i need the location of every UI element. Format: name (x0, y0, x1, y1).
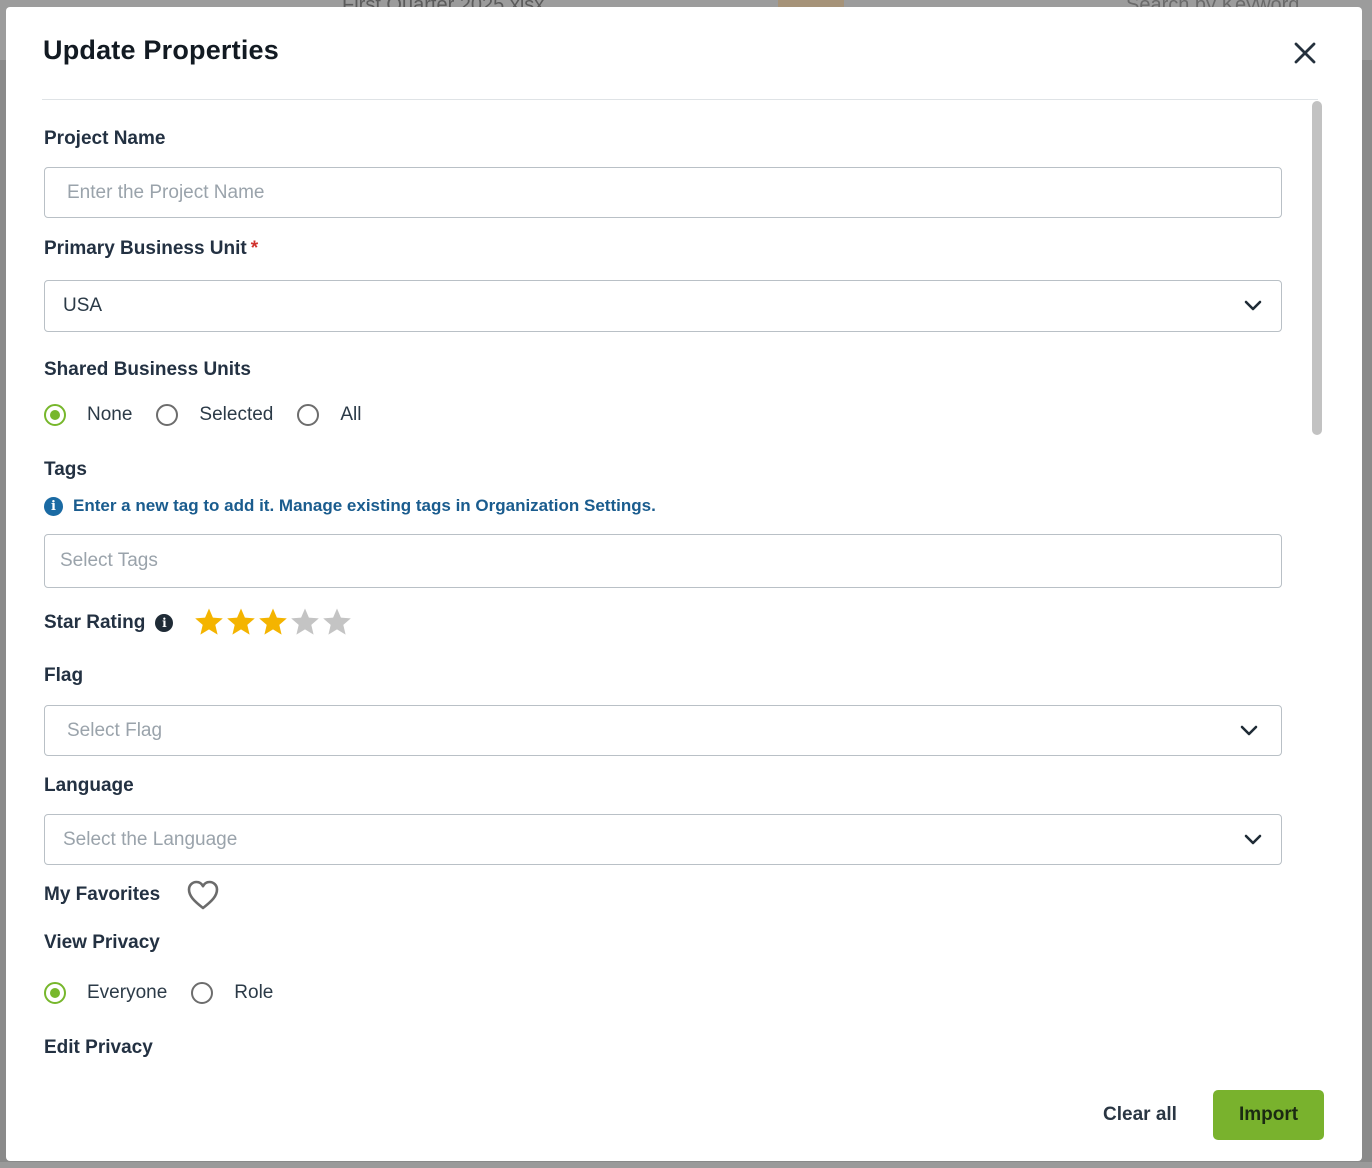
flag-label: Flag (44, 665, 84, 686)
primary-business-unit-label-text: Primary Business Unit (44, 238, 247, 259)
radio-everyone[interactable]: Everyone (44, 982, 167, 1004)
primary-business-unit-label: Primary Business Unit * (44, 238, 258, 260)
radio-circle (297, 404, 320, 426)
language-label: Language (44, 775, 134, 796)
star-empty-icon[interactable] (322, 607, 354, 637)
language-placeholder: Select the Language (63, 828, 238, 850)
update-properties-dialog: Update Properties Project Name Primary B… (6, 7, 1362, 1161)
project-name-input[interactable] (44, 167, 1282, 218)
primary-business-unit-value: USA (63, 295, 103, 316)
edit-privacy-label: Edit Privacy (44, 1037, 153, 1058)
heart-icon (187, 880, 219, 910)
tags-info-message: i Enter a new tag to add it. Manage exis… (44, 496, 656, 516)
radio-all[interactable]: All (297, 404, 362, 426)
radio-role[interactable]: Role (191, 982, 273, 1004)
header-divider (42, 99, 1318, 100)
tags-input[interactable] (44, 534, 1282, 588)
radio-circle-selected (44, 404, 66, 426)
radio-label: All (340, 404, 362, 425)
view-privacy-radio-group: Everyone Role (44, 982, 297, 1004)
tags-label: Tags (44, 459, 87, 480)
tags-info-text: Enter a new tag to add it. Manage existi… (73, 496, 656, 515)
radio-label: Role (234, 982, 274, 1003)
chevron-down-icon (1243, 830, 1263, 850)
star-empty-icon[interactable] (290, 607, 322, 637)
import-button[interactable]: Import (1213, 1090, 1324, 1140)
language-select[interactable]: Select the Language (44, 814, 1282, 865)
star-filled-icon[interactable] (194, 607, 226, 637)
flag-select[interactable]: Select Flag (44, 705, 1282, 756)
background-footer (0, 1162, 1372, 1168)
radio-label: Everyone (87, 982, 168, 1003)
radio-selected[interactable]: Selected (156, 404, 273, 426)
primary-business-unit-select[interactable]: USA (44, 280, 1282, 332)
star-rating-label: Star Rating i (44, 612, 174, 634)
star-rating (194, 607, 354, 637)
radio-label: None (87, 404, 133, 425)
required-asterisk: * (250, 238, 259, 259)
shared-business-units-radio-group: None Selected All (44, 404, 386, 426)
close-button[interactable] (1290, 38, 1320, 68)
project-name-label: Project Name (44, 128, 166, 149)
star-rating-label-text: Star Rating (44, 612, 146, 633)
close-icon (1294, 42, 1316, 64)
radio-circle (191, 982, 214, 1004)
my-favorites-label: My Favorites (44, 884, 161, 905)
radio-label: Selected (199, 404, 274, 425)
dialog-title: Update Properties (43, 35, 279, 65)
radio-circle-selected (44, 982, 66, 1004)
view-privacy-label: View Privacy (44, 932, 160, 953)
radio-none[interactable]: None (44, 404, 132, 426)
star-filled-icon[interactable] (226, 607, 258, 637)
info-icon[interactable]: i (155, 614, 174, 632)
radio-circle (156, 404, 179, 426)
info-icon: i (44, 496, 63, 516)
clear-all-button[interactable]: Clear all (1088, 1090, 1192, 1140)
scrollbar-thumb[interactable] (1312, 101, 1322, 435)
chevron-down-icon (1239, 721, 1259, 741)
flag-placeholder: Select Flag (67, 719, 163, 741)
shared-business-units-label: Shared Business Units (44, 359, 251, 380)
star-filled-icon[interactable] (258, 607, 290, 637)
chevron-down-icon (1243, 296, 1263, 316)
favorite-heart-button[interactable] (186, 879, 220, 911)
